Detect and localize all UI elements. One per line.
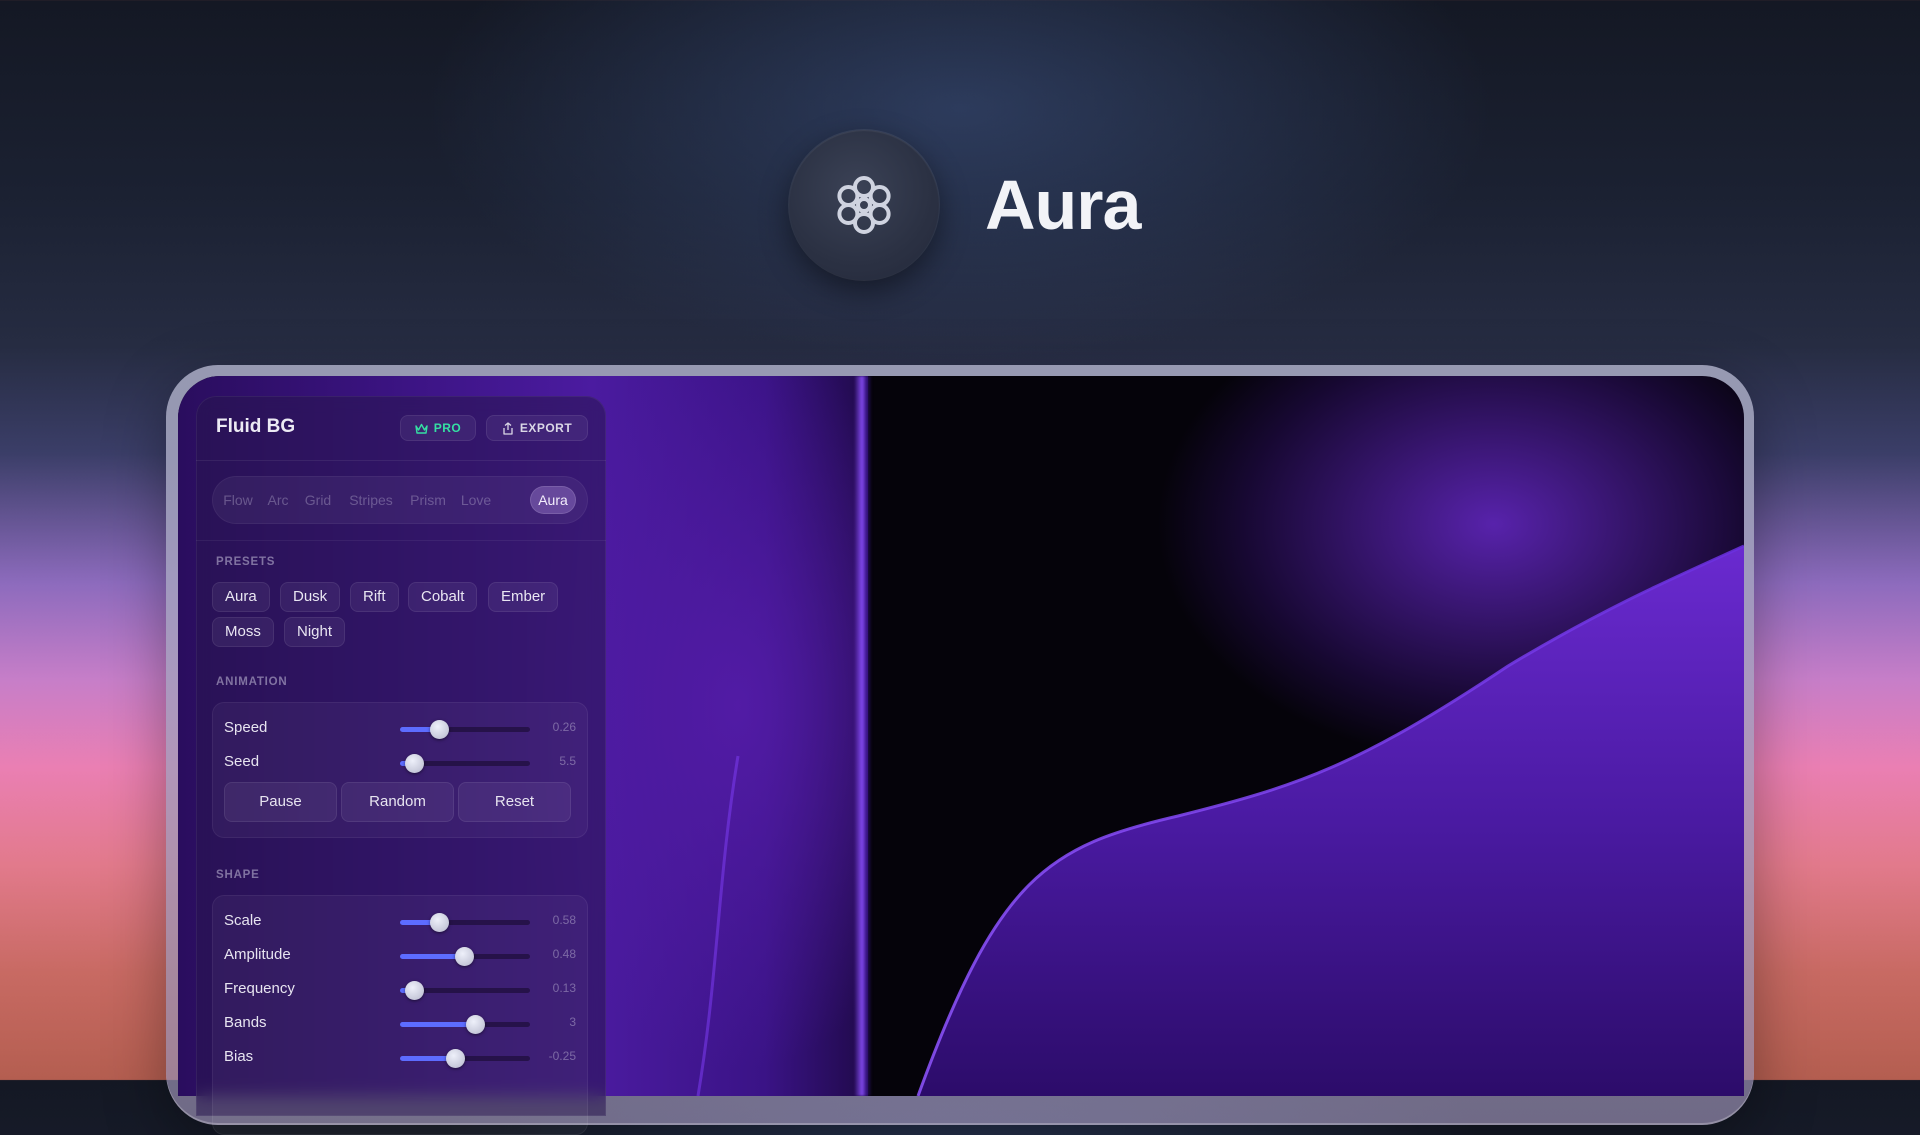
share-icon [503, 421, 513, 435]
slider-track[interactable] [400, 720, 530, 739]
tab-grid[interactable]: Grid [300, 486, 336, 514]
hero-title: Aura [985, 166, 1141, 244]
tab-prism[interactable]: Prism [406, 486, 450, 514]
tab-aura[interactable]: Aura [530, 486, 576, 514]
slider-label: Speed [224, 719, 268, 736]
shape-label: SHAPE [216, 869, 260, 881]
slider-label: Bias [224, 1048, 254, 1065]
app-title: Fluid BG [216, 416, 296, 437]
slider-scale: Scale 0.58 [212, 907, 588, 935]
flower-icon [837, 176, 891, 234]
export-button[interactable]: EXPORT [486, 415, 588, 441]
reset-button[interactable]: Reset [458, 782, 571, 822]
hero: Aura [0, 0, 1920, 330]
mode-tabs: Flow Arc Grid Stripes Prism Love Aura [212, 476, 588, 524]
tab-love[interactable]: Love [458, 486, 494, 514]
slider-label: Seed [224, 753, 260, 770]
pro-button[interactable]: PRO [400, 415, 476, 441]
slider-label: Bands [224, 1014, 267, 1031]
slider-fill [400, 1022, 476, 1027]
crown-icon [415, 423, 428, 434]
slider-value: 0.26 [552, 720, 576, 734]
slider-knob[interactable] [405, 754, 425, 773]
slider-knob[interactable] [466, 1015, 486, 1034]
slider-knob[interactable] [430, 720, 449, 739]
pause-button[interactable]: Pause [224, 782, 337, 822]
slider-track[interactable] [400, 981, 530, 1000]
pro-label: PRO [433, 421, 462, 435]
slider-value: 3 [569, 1015, 576, 1029]
slider-value: 0.58 [552, 913, 576, 927]
tab-stripes[interactable]: Stripes [344, 486, 398, 514]
export-label: EXPORT [519, 421, 573, 435]
slider-track[interactable] [400, 913, 530, 932]
slider-label: Frequency [224, 980, 295, 997]
shape-card: Scale 0.58 Amplitude 0.48 Frequency 0.13 [212, 895, 588, 1135]
slider-bands: Bands 3 [212, 1009, 588, 1037]
slider-value: 0.48 [552, 947, 576, 961]
slider-value: 5.5 [559, 754, 576, 768]
slider-knob[interactable] [445, 1049, 465, 1068]
tab-arc[interactable]: Arc [264, 486, 292, 514]
hero-icon-badge [789, 130, 939, 280]
divider [196, 540, 606, 541]
preset-dusk[interactable]: Dusk [280, 582, 341, 612]
preset-rift[interactable]: Rift [350, 582, 399, 612]
preset-ember[interactable]: Ember [488, 582, 559, 612]
slider-track[interactable] [400, 1015, 530, 1034]
slider-frequency: Frequency 0.13 [212, 975, 588, 1003]
panel-header: Fluid BG PRO EXPORT [196, 396, 606, 461]
slider-speed: Speed 0.26 [212, 714, 588, 742]
presets-label: PRESETS [216, 556, 276, 568]
tab-flow[interactable]: Flow [220, 486, 256, 514]
control-panel: Fluid BG PRO EXPORT Flow Arc Grid Stripe… [196, 396, 606, 1135]
slider-seed: Seed 5.5 [212, 748, 588, 776]
slider-track[interactable] [400, 754, 530, 773]
animation-label: ANIMATION [216, 676, 288, 688]
preset-cobalt[interactable]: Cobalt [408, 582, 478, 612]
slider-amplitude: Amplitude 0.48 [212, 941, 588, 969]
slider-track[interactable] [400, 1049, 530, 1068]
animation-card: Speed 0.26 Seed 5.5 Pause Random Reset [212, 702, 588, 838]
slider-knob[interactable] [454, 947, 474, 966]
slider-value: 0.13 [552, 981, 576, 995]
preset-aura[interactable]: Aura [212, 582, 270, 612]
slider-knob[interactable] [430, 913, 449, 932]
slider-value: -0.25 [548, 1049, 576, 1063]
slider-bias: Bias -0.25 [212, 1043, 588, 1071]
preset-night[interactable]: Night [284, 617, 346, 647]
random-button[interactable]: Random [341, 782, 454, 822]
slider-label: Scale [224, 912, 262, 929]
preset-moss[interactable]: Moss [212, 617, 274, 647]
slider-label: Amplitude [224, 946, 291, 963]
slider-knob[interactable] [405, 981, 425, 1000]
slider-track[interactable] [400, 947, 530, 966]
